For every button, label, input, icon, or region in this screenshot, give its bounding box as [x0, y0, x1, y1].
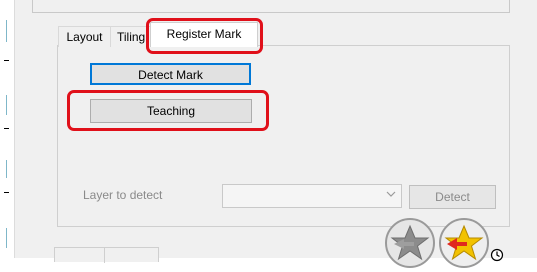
edge-marker	[6, 20, 7, 42]
edge-marker	[6, 228, 7, 248]
edge-tick	[4, 60, 9, 61]
star-gold-arrow-icon[interactable]	[438, 217, 490, 269]
edge-marker	[6, 95, 7, 115]
edge-tick	[4, 192, 9, 193]
register-mark-highlight	[146, 18, 263, 54]
bottom-tab-strip	[54, 247, 159, 263]
left-window-edge	[0, 0, 14, 258]
chevron-down-icon[interactable]	[385, 188, 397, 203]
detect-button[interactable]: Detect	[409, 185, 496, 209]
teaching-highlight	[67, 90, 269, 131]
layer-to-detect-label: Layer to detect	[83, 188, 163, 202]
edge-marker	[6, 160, 7, 178]
tab-tiling[interactable]: Tiling	[110, 26, 151, 47]
edge-tick	[4, 128, 9, 129]
detect-mark-button[interactable]: Detect Mark	[90, 63, 251, 85]
clock-icon	[490, 248, 504, 262]
star-gray-icon[interactable]	[384, 217, 436, 269]
tab-divider	[104, 248, 105, 263]
tab-layout[interactable]: Layout	[58, 26, 111, 47]
upper-group-frame	[32, 0, 510, 13]
layer-select[interactable]	[222, 184, 402, 208]
